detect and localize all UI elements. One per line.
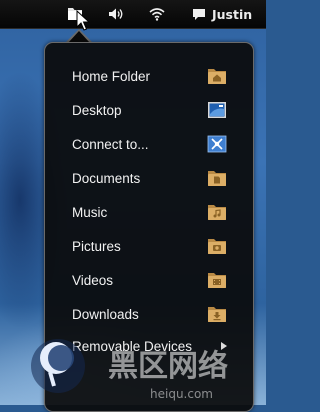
connect-server-icon bbox=[207, 135, 227, 153]
menu-item-music[interactable]: Music bbox=[45, 197, 253, 227]
submenu-arrow-icon bbox=[221, 342, 227, 350]
menu-item-label: Downloads bbox=[72, 306, 139, 322]
documents-folder-icon bbox=[208, 171, 226, 186]
menu-item-label: Removable Devices bbox=[72, 338, 193, 354]
menu-item-connect-to[interactable]: Connect to... bbox=[45, 129, 253, 159]
music-folder-icon bbox=[208, 205, 226, 220]
pictures-folder-icon bbox=[208, 239, 226, 254]
menu-item-pictures[interactable]: Pictures bbox=[45, 231, 253, 261]
menu-item-downloads[interactable]: Downloads bbox=[45, 299, 253, 329]
menu-item-label: Home Folder bbox=[72, 68, 151, 84]
menu-item-label: Music bbox=[72, 204, 108, 220]
menu-item-label: Connect to... bbox=[72, 136, 149, 152]
menu-item-desktop[interactable]: Desktop bbox=[45, 95, 253, 125]
volume-button[interactable] bbox=[106, 0, 126, 28]
places-menu: Home Folder Desktop Connect to... Docume… bbox=[44, 42, 254, 412]
menu-item-videos[interactable]: Videos bbox=[45, 265, 253, 295]
menu-item-label: Desktop bbox=[72, 102, 122, 118]
menu-item-home-folder[interactable]: Home Folder bbox=[45, 61, 253, 91]
network-button[interactable] bbox=[146, 0, 168, 28]
wifi-icon bbox=[149, 8, 165, 21]
top-panel: Justin bbox=[0, 0, 266, 29]
speaker-icon bbox=[109, 8, 123, 20]
mouse-cursor-icon bbox=[76, 10, 90, 31]
menu-item-label: Documents bbox=[72, 170, 141, 186]
menu-item-removable-devices[interactable]: Removable Devices bbox=[45, 331, 253, 361]
home-folder-icon bbox=[208, 69, 226, 84]
chat-bubble-icon bbox=[193, 8, 205, 20]
menu-item-documents[interactable]: Documents bbox=[45, 163, 253, 193]
user-menu-button[interactable]: Justin bbox=[192, 0, 264, 28]
desktop-icon bbox=[208, 102, 226, 118]
videos-folder-icon bbox=[208, 273, 226, 288]
menu-item-label: Videos bbox=[72, 272, 114, 288]
menu-item-label: Pictures bbox=[72, 238, 121, 254]
downloads-folder-icon bbox=[208, 307, 226, 322]
user-name: Justin bbox=[212, 6, 253, 22]
